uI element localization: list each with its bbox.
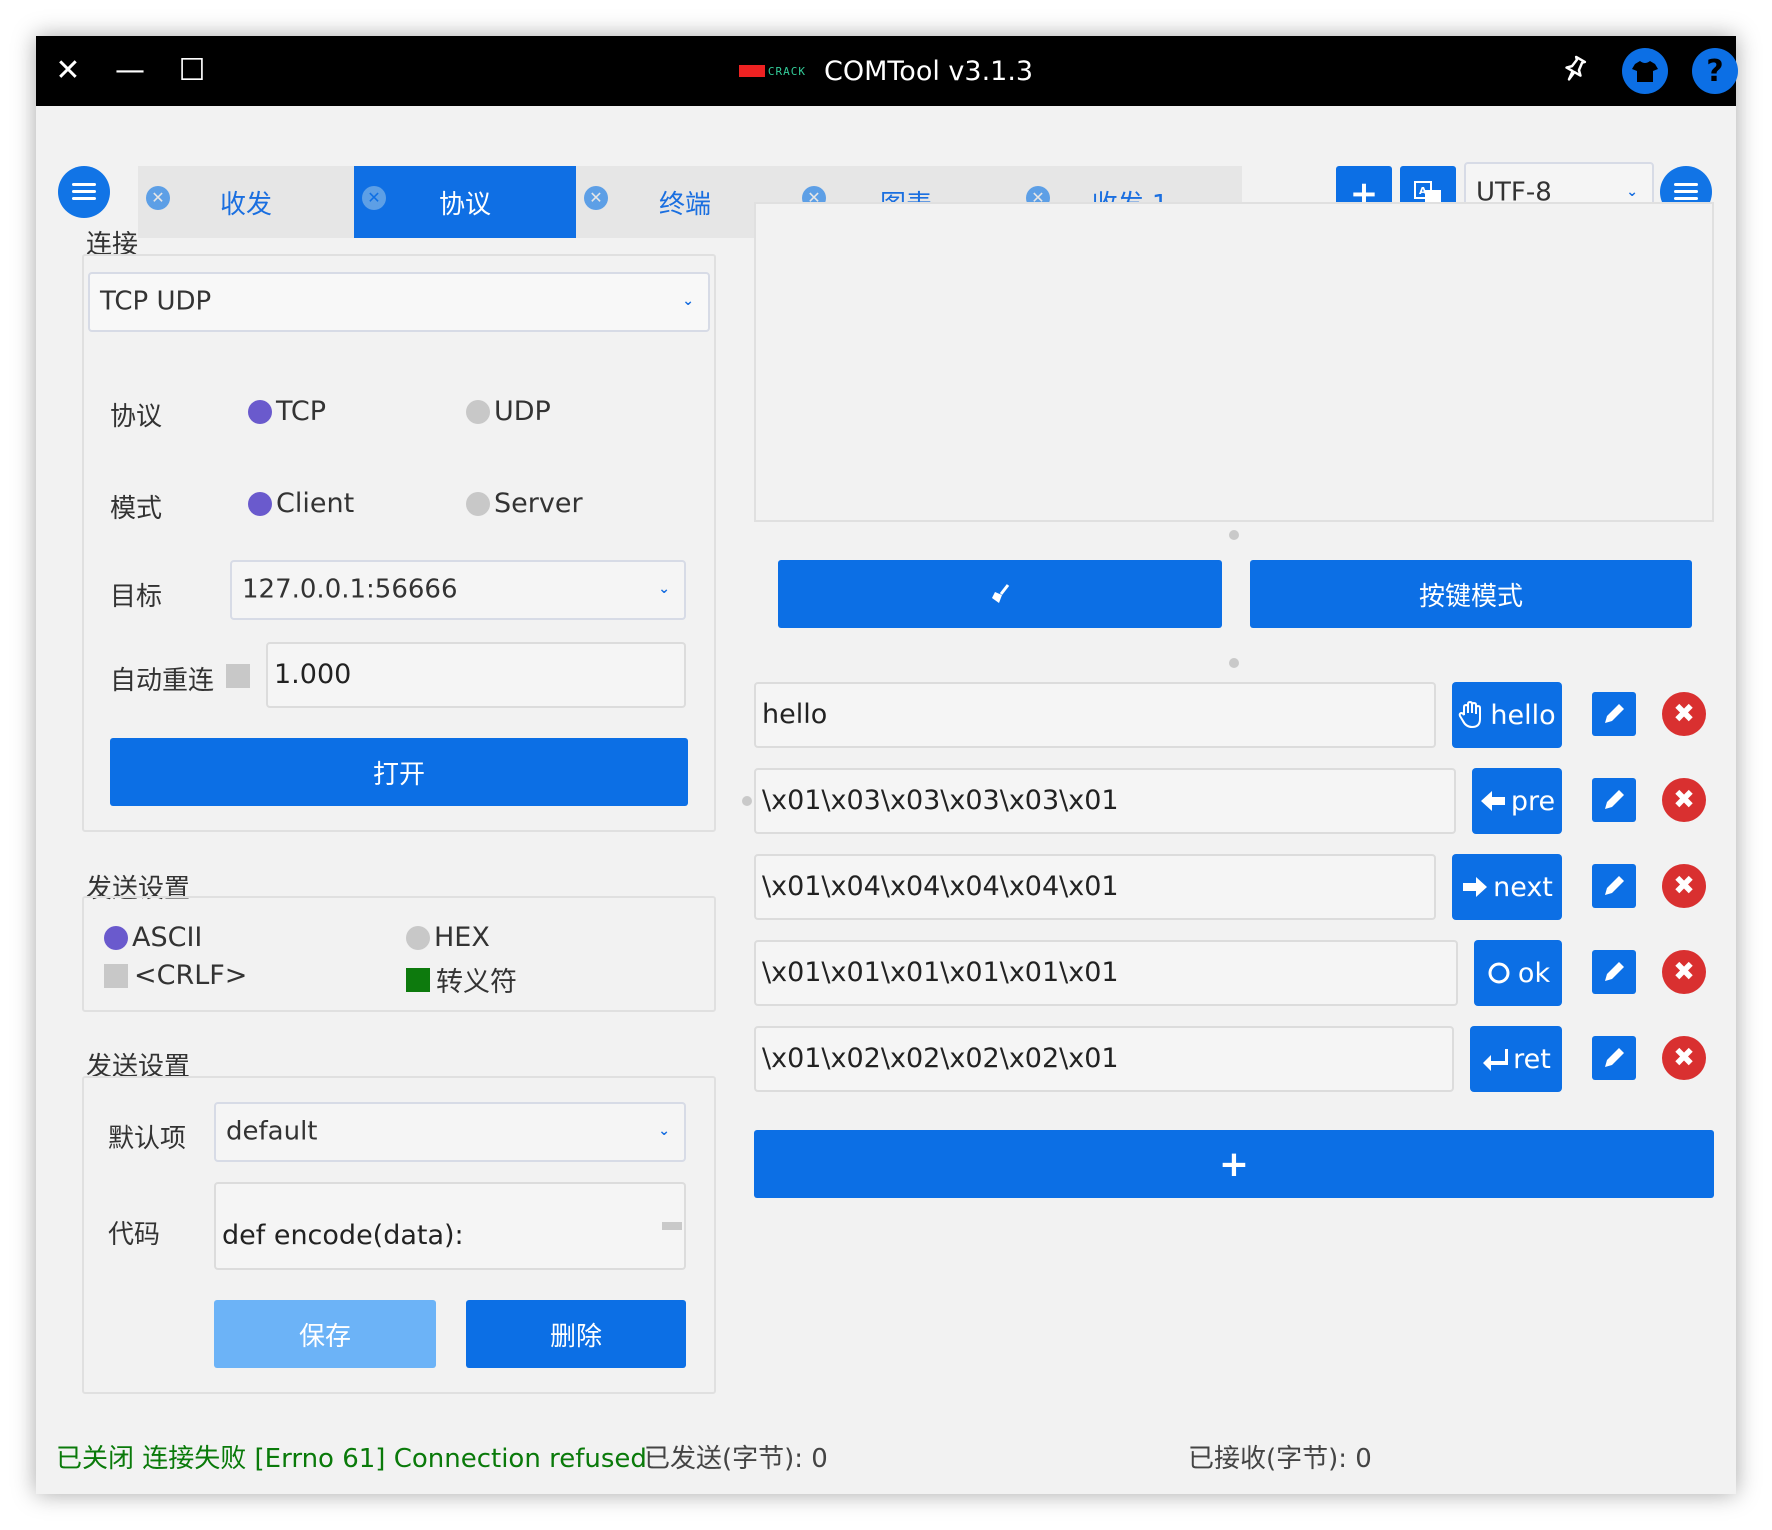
edit-button[interactable]	[1592, 864, 1636, 908]
close-icon: ✖	[1673, 1043, 1695, 1073]
shortcut-row: \x01\x04\x04\x04\x04\x01 next ✖	[754, 854, 1714, 920]
target-select[interactable]: 127.0.0.1:56666 ⌄	[230, 560, 686, 620]
edit-button[interactable]	[1592, 950, 1636, 994]
radio-client[interactable]: Client	[248, 488, 354, 519]
help-icon[interactable]: ?	[1692, 48, 1738, 94]
connection-type-select[interactable]: TCP UDP ⌄	[88, 272, 710, 332]
code-editor[interactable]: def encode(data):	[214, 1182, 686, 1270]
edit-button[interactable]	[1592, 1036, 1636, 1080]
shortcut-send-button[interactable]: pre	[1472, 768, 1562, 834]
title-bar: ✕ — ☐ CRACK COMTool v3.1.3 ?	[36, 36, 1738, 106]
edit-button[interactable]	[1592, 778, 1636, 822]
target-label: 目标	[110, 582, 163, 612]
delete-row-button[interactable]: ✖	[1662, 692, 1706, 736]
add-shortcut-button[interactable]: +	[754, 1130, 1714, 1198]
chevron-down-icon: ⌄	[1626, 184, 1638, 201]
escape-checkbox[interactable]: 转义符	[406, 960, 517, 999]
key-mode-button[interactable]: 按键模式	[1250, 560, 1692, 628]
pencil-icon	[1605, 876, 1624, 895]
left-menu-icon[interactable]	[58, 166, 110, 218]
delete-row-button[interactable]: ✖	[1662, 1036, 1706, 1080]
pencil-icon	[1605, 962, 1624, 981]
shortcut-row: \x01\x01\x01\x01\x01\x01 ok ✖	[754, 940, 1714, 1006]
chevron-down-icon: ⌄	[658, 581, 670, 598]
connection-status: 已关闭 连接失败 [Errno 61] Connection refused	[56, 1444, 647, 1474]
edit-button[interactable]	[1592, 692, 1636, 736]
shortcut-row: \x01\x03\x03\x03\x03\x01 pre ✖	[742, 768, 1714, 834]
default-item-select[interactable]: default ⌄	[214, 1102, 686, 1162]
skin-icon[interactable]	[1622, 48, 1668, 94]
chevron-down-icon: ⌄	[658, 1123, 670, 1140]
radio-hex[interactable]: HEX	[406, 922, 490, 953]
shortcut-value-input[interactable]: \x01\x02\x02\x02\x02\x01	[754, 1026, 1454, 1092]
clear-button[interactable]	[778, 560, 1222, 628]
radio-server[interactable]: Server	[466, 488, 583, 519]
send-settings-group	[82, 896, 716, 1012]
shortcut-row: \x01\x02\x02\x02\x02\x01 ret ✖	[754, 1026, 1714, 1092]
circle-icon	[1488, 962, 1510, 984]
close-icon: ✖	[1673, 957, 1695, 987]
shortcut-send-button[interactable]: hello	[1452, 682, 1562, 748]
code-label: 代码	[108, 1220, 161, 1250]
chevron-down-icon: ⌄	[682, 293, 694, 310]
radio-indicator	[466, 491, 490, 516]
radio-ascii[interactable]: ASCII	[104, 922, 202, 953]
shortcut-value-input[interactable]: \x01\x03\x03\x03\x03\x01	[754, 768, 1456, 834]
return-icon	[1483, 1049, 1509, 1071]
drag-handle[interactable]	[742, 796, 752, 806]
splitter-handle[interactable]	[1229, 530, 1239, 540]
arrow-right-icon	[1463, 877, 1488, 897]
shortcut-value-input[interactable]: \x01\x01\x01\x01\x01\x01	[754, 940, 1458, 1006]
shortcut-send-button[interactable]: ok	[1474, 940, 1562, 1006]
close-icon: ✖	[1673, 871, 1695, 901]
radio-indicator	[466, 399, 490, 424]
close-icon: ✖	[1673, 699, 1695, 729]
shortcut-row: hello hello ✖	[754, 682, 1714, 748]
crlf-checkbox[interactable]: <CRLF>	[104, 960, 247, 991]
receive-text-area[interactable]	[754, 202, 1714, 522]
reconnect-interval-input[interactable]: 1.000	[266, 642, 686, 708]
pencil-icon	[1605, 704, 1624, 723]
radio-indicator	[248, 399, 272, 424]
tab-protocol[interactable]: ✕ 协议	[354, 166, 576, 238]
hand-icon	[1459, 701, 1482, 729]
checkbox-indicator	[406, 967, 430, 992]
protocol-label: 协议	[110, 402, 163, 432]
shortcut-send-button[interactable]: next	[1452, 854, 1562, 920]
delete-row-button[interactable]: ✖	[1662, 864, 1706, 908]
shortcut-value-input[interactable]: hello	[754, 682, 1436, 748]
auto-reconnect-checkbox[interactable]	[226, 664, 250, 688]
broom-icon	[992, 584, 1010, 603]
shortcut-value-input[interactable]: \x01\x04\x04\x04\x04\x01	[754, 854, 1436, 920]
save-button[interactable]: 保存	[214, 1300, 436, 1368]
delete-row-button[interactable]: ✖	[1662, 950, 1706, 994]
svg-text:A: A	[1419, 186, 1427, 197]
pencil-icon	[1605, 1048, 1624, 1067]
app-window: ✕ — ☐ CRACK COMTool v3.1.3 ? ✕ 收发 ✕ 协议 ✕…	[36, 36, 1738, 1494]
radio-tcp[interactable]: TCP	[248, 396, 326, 427]
splitter-handle[interactable]	[1229, 658, 1239, 668]
scrollbar-handle[interactable]	[662, 1222, 682, 1230]
radio-udp[interactable]: UDP	[466, 396, 551, 427]
delete-button[interactable]: 删除	[466, 1300, 686, 1368]
checkbox-indicator	[104, 963, 128, 988]
shortcut-send-button[interactable]: ret	[1470, 1026, 1562, 1092]
radio-indicator	[248, 491, 272, 516]
window-title: COMTool v3.1.3	[824, 55, 1034, 87]
default-item-label: 默认项	[108, 1124, 187, 1154]
app-logo: CRACK	[738, 65, 806, 78]
tab-send-receive[interactable]: ✕ 收发	[138, 166, 354, 238]
sent-bytes: 已发送(字节): 0	[644, 1444, 828, 1474]
received-bytes: 已接收(字节): 0	[1188, 1444, 1372, 1474]
close-icon: ✖	[1673, 785, 1695, 815]
arrow-left-icon	[1480, 791, 1505, 811]
radio-indicator	[104, 925, 128, 950]
open-button[interactable]: 打开	[110, 738, 688, 806]
radio-indicator	[406, 925, 430, 950]
delete-row-button[interactable]: ✖	[1662, 778, 1706, 822]
auto-reconnect-label: 自动重连	[110, 666, 215, 696]
pencil-icon	[1605, 790, 1624, 809]
mode-label: 模式	[110, 494, 163, 524]
pin-icon[interactable]	[1560, 54, 1590, 88]
